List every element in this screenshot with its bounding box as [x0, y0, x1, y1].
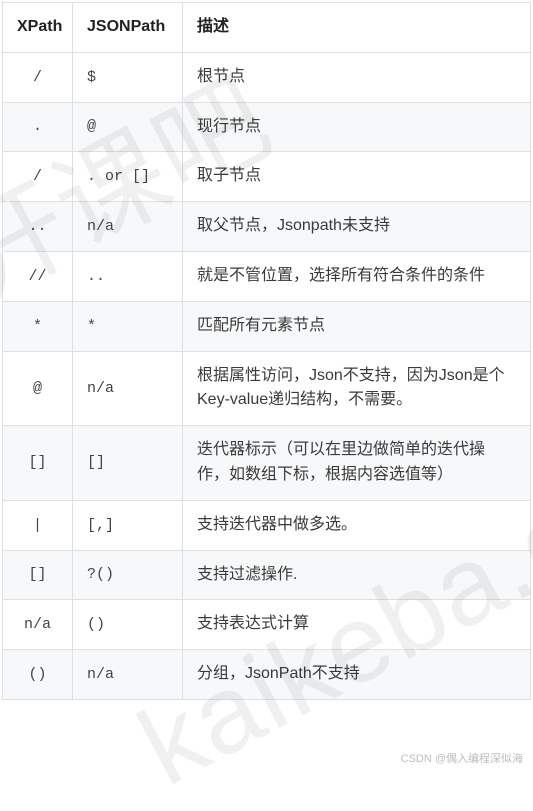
table-header-row: XPath JSONPath 描述 — [3, 3, 531, 53]
cell-jsonpath: .. — [73, 251, 183, 301]
cell-desc: 现行节点 — [183, 102, 531, 152]
cell-jsonpath: [] — [73, 426, 183, 501]
cell-jsonpath: n/a — [73, 650, 183, 700]
cell-desc: 迭代器标示（可以在里边做简单的迭代操作，如数组下标，根据内容选值等） — [183, 426, 531, 501]
cell-xpath: / — [3, 52, 73, 102]
cell-jsonpath: $ — [73, 52, 183, 102]
footer-attribution: CSDN @偶入编程深似海 — [401, 750, 523, 766]
table-row: **匹配所有元素节点 — [3, 301, 531, 351]
cell-jsonpath: () — [73, 600, 183, 650]
cell-desc: 支持表达式计算 — [183, 600, 531, 650]
table-row: ()n/a分组，JsonPath不支持 — [3, 650, 531, 700]
table-row: ..n/a取父节点，Jsonpath未支持 — [3, 202, 531, 252]
header-jsonpath: JSONPath — [73, 3, 183, 53]
cell-xpath: n/a — [3, 600, 73, 650]
cell-xpath: . — [3, 102, 73, 152]
cell-desc: 取父节点，Jsonpath未支持 — [183, 202, 531, 252]
cell-xpath: [] — [3, 550, 73, 600]
comparison-table: XPath JSONPath 描述 /$根节点.@现行节点/. or []取子节… — [2, 2, 531, 700]
cell-jsonpath: [,] — [73, 500, 183, 550]
cell-xpath: / — [3, 152, 73, 202]
table-row: @n/a根据属性访问，Json不支持，因为Json是个Key-value递归结构… — [3, 351, 531, 426]
cell-desc: 就是不管位置，选择所有符合条件的条件 — [183, 251, 531, 301]
table-body: /$根节点.@现行节点/. or []取子节点..n/a取父节点，Jsonpat… — [3, 52, 531, 699]
cell-xpath: .. — [3, 202, 73, 252]
cell-xpath: * — [3, 301, 73, 351]
header-xpath: XPath — [3, 3, 73, 53]
table-row: [][]迭代器标示（可以在里边做简单的迭代操作，如数组下标，根据内容选值等） — [3, 426, 531, 501]
table-row: /$根节点 — [3, 52, 531, 102]
cell-desc: 根据属性访问，Json不支持，因为Json是个Key-value递归结构，不需要… — [183, 351, 531, 426]
cell-xpath: @ — [3, 351, 73, 426]
cell-jsonpath: n/a — [73, 202, 183, 252]
table-row: //..就是不管位置，选择所有符合条件的条件 — [3, 251, 531, 301]
header-desc: 描述 — [183, 3, 531, 53]
cell-desc: 支持过滤操作. — [183, 550, 531, 600]
table-row: .@现行节点 — [3, 102, 531, 152]
cell-jsonpath: n/a — [73, 351, 183, 426]
cell-xpath: // — [3, 251, 73, 301]
cell-xpath: () — [3, 650, 73, 700]
cell-jsonpath: . or [] — [73, 152, 183, 202]
table-row: /. or []取子节点 — [3, 152, 531, 202]
table-row: |[,]支持迭代器中做多选。 — [3, 500, 531, 550]
cell-jsonpath: * — [73, 301, 183, 351]
cell-desc: 根节点 — [183, 52, 531, 102]
cell-jsonpath: ?() — [73, 550, 183, 600]
cell-desc: 支持迭代器中做多选。 — [183, 500, 531, 550]
table-row: n/a()支持表达式计算 — [3, 600, 531, 650]
cell-desc: 匹配所有元素节点 — [183, 301, 531, 351]
cell-jsonpath: @ — [73, 102, 183, 152]
cell-xpath: | — [3, 500, 73, 550]
cell-desc: 取子节点 — [183, 152, 531, 202]
cell-xpath: [] — [3, 426, 73, 501]
comparison-table-container: XPath JSONPath 描述 /$根节点.@现行节点/. or []取子节… — [0, 0, 533, 702]
cell-desc: 分组，JsonPath不支持 — [183, 650, 531, 700]
table-row: []?()支持过滤操作. — [3, 550, 531, 600]
